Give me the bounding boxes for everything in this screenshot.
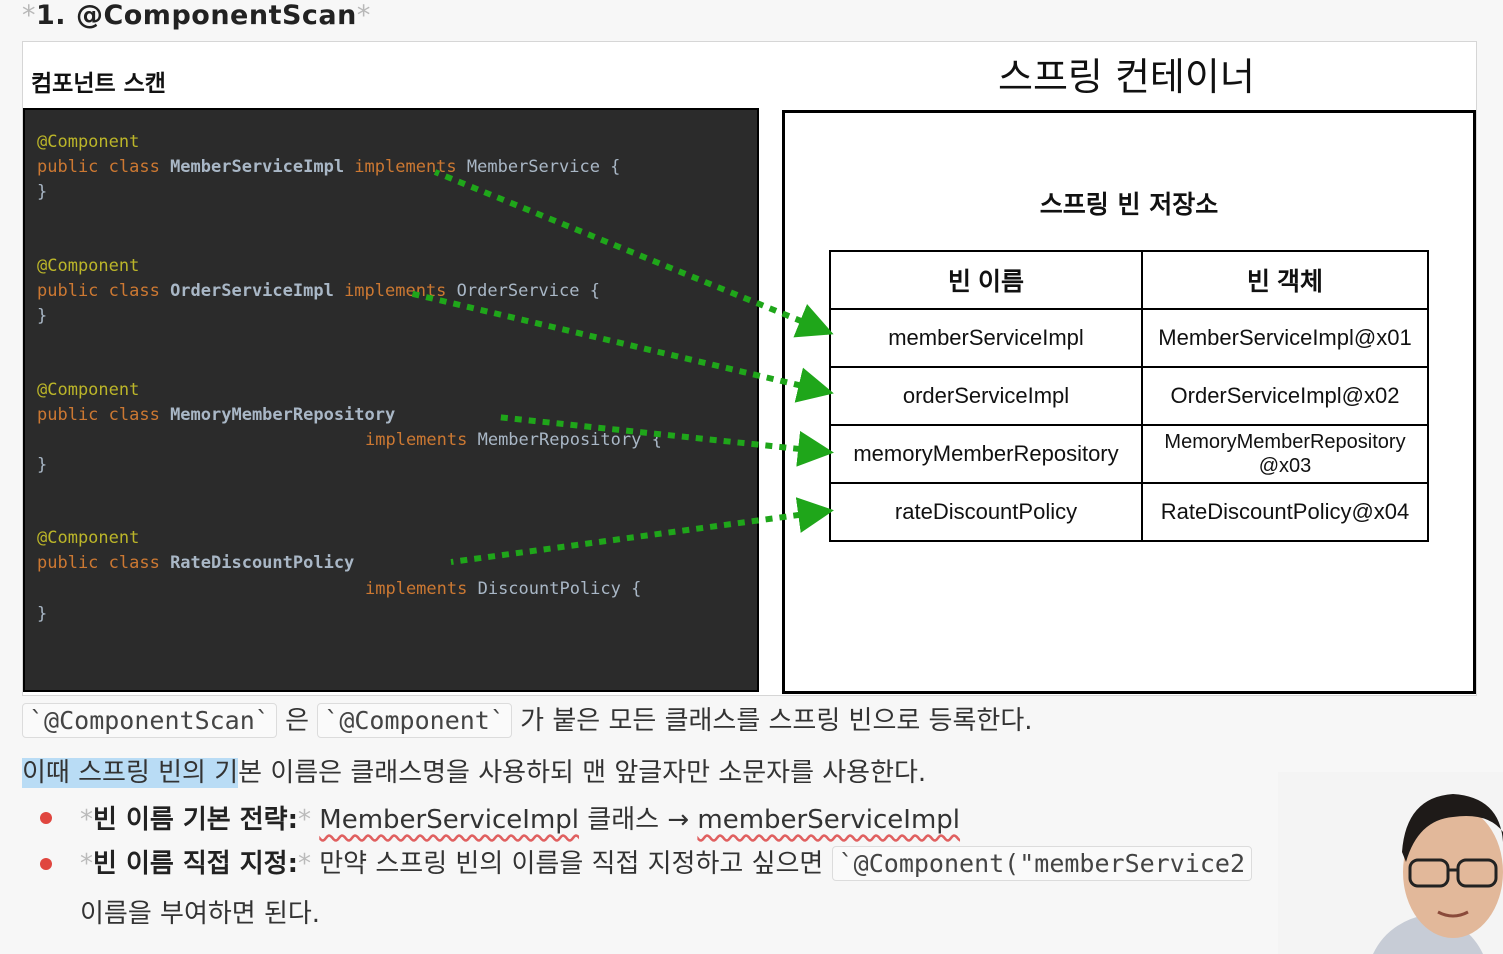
bean-object-cell: MemberServiceImpl@x01 <box>1141 308 1429 368</box>
code-interface: MemberRepository { <box>477 430 662 450</box>
header-bean-name: 빈 이름 <box>829 250 1143 310</box>
code-line: implements MemberRepository { <box>365 430 662 450</box>
code-keyword: public class <box>37 281 171 301</box>
text: 본 이름은 클래스명을 사용하되 맨 앞글자만 소문자를 사용한다. <box>238 758 927 788</box>
table-row: rateDiscountPolicy RateDiscountPolicy@x0… <box>829 482 1429 542</box>
webcam-overlay <box>1278 772 1503 954</box>
selected-text[interactable]: 이때 스프링 빈의 기 <box>22 758 239 788</box>
code-annotation: @Component <box>37 132 140 152</box>
bean-object-cell: OrderServiceImpl@x02 <box>1141 366 1429 426</box>
spring-container-title: 스프링 컨테이너 <box>998 55 1255 99</box>
code-brace: } <box>37 455 48 475</box>
code-line: public class RateDiscountPolicy <box>37 553 354 573</box>
code-keyword: public class <box>37 553 171 573</box>
code-class-name: RateDiscountPolicy <box>170 553 355 573</box>
heading-text: 1. @ComponentScan <box>36 0 357 31</box>
emphasis-marker: * <box>80 805 93 835</box>
emphasis-marker: * <box>298 805 311 835</box>
code-keyword: implements <box>333 281 457 301</box>
bullet-label: 빈 이름 기본 전략: <box>93 805 298 835</box>
heading-star-left: * <box>22 0 36 31</box>
inline-code: `@Component("memberService2 <box>831 846 1252 881</box>
code-keyword: implements <box>365 579 478 599</box>
table-row: memberServiceImpl MemberServiceImpl@x01 <box>829 308 1429 368</box>
code-class-name: MemberServiceImpl <box>170 157 345 177</box>
inline-code: `@ComponentScan` <box>22 703 277 738</box>
bullet-label: 빈 이름 직접 지정: <box>93 849 298 879</box>
component-scan-label: 컴포넌트 스캔 <box>31 71 166 97</box>
spellcheck-word: memberServiceImpl <box>697 805 961 835</box>
bean-object-cell: RateDiscountPolicy@x04 <box>1141 482 1429 542</box>
section-heading: *1. @ComponentScan* <box>22 0 371 31</box>
code-line: public class MemoryMemberRepository <box>37 405 395 425</box>
header-bean-object: 빈 객체 <box>1141 250 1429 310</box>
code-brace: } <box>37 306 48 326</box>
code-annotation: @Component <box>37 528 140 548</box>
table-row: memoryMemberRepository MemoryMemberRepos… <box>829 424 1429 484</box>
table-row: orderServiceImpl OrderServiceImpl@x02 <box>829 366 1429 426</box>
emphasis-marker: * <box>298 849 311 879</box>
bean-name-cell: orderServiceImpl <box>829 366 1143 426</box>
bullet-direct-naming-cont: 이름을 부여하면 된다. <box>80 899 321 929</box>
code-interface: DiscountPolicy { <box>477 579 642 599</box>
emphasis-marker: * <box>80 849 93 879</box>
bullet-default-strategy: *빈 이름 기본 전략:* MemberServiceImpl 클래스 → me… <box>80 799 960 836</box>
code-class-name: MemoryMemberRepository <box>170 405 396 425</box>
text: 만약 스프링 빈의 이름을 직접 지정하고 싶으면 <box>311 849 832 879</box>
code-annotation: @Component <box>37 380 140 400</box>
code-keyword: implements <box>365 430 478 450</box>
bullet-dot <box>40 858 52 870</box>
code-keyword: public class <box>37 405 171 425</box>
body-line-2: 이때 스프링 빈의 기본 이름은 클래스명을 사용하되 맨 앞글자만 소문자를 … <box>22 752 926 789</box>
inline-code: `@Component` <box>317 703 512 738</box>
code-brace: } <box>37 604 48 624</box>
bullet-direct-naming: *빈 이름 직접 지정:* 만약 스프링 빈의 이름을 직접 지정하고 싶으면 … <box>80 843 1252 881</box>
diagram-slide: 컴포넌트 스캔 스프링 컨테이너 @Component public class… <box>22 41 1477 696</box>
code-keyword: implements <box>344 157 467 177</box>
bean-store-title: 스프링 빈 저장소 <box>1039 190 1219 219</box>
code-brace: } <box>37 182 48 202</box>
table-header-row: 빈 이름 빈 객체 <box>829 250 1429 310</box>
presenter-video <box>1278 772 1503 954</box>
bean-name-cell: memberServiceImpl <box>829 308 1143 368</box>
code-keyword: public class <box>37 157 171 177</box>
text: 클래스 → <box>579 805 698 835</box>
bean-object-cell: MemoryMemberRepository @x03 <box>1141 424 1429 484</box>
bullet-dot <box>40 812 52 824</box>
code-line: public class OrderServiceImpl implements… <box>37 281 600 301</box>
code-line: public class MemberServiceImpl implement… <box>37 157 620 177</box>
code-interface: OrderService { <box>456 281 600 301</box>
code-panel: @Component public class MemberServiceImp… <box>23 108 759 692</box>
text: 은 <box>276 706 318 736</box>
bean-name-cell: rateDiscountPolicy <box>829 482 1143 542</box>
text: 가 붙은 모든 클래스를 스프링 빈으로 등록한다. <box>511 706 1033 736</box>
code-interface: MemberService { <box>466 157 621 177</box>
spring-container-box: 스프링 빈 저장소 빈 이름 빈 객체 memberServiceImpl Me… <box>782 110 1476 694</box>
body-line-1: `@ComponentScan` 은 `@Component` 가 붙은 모든 … <box>22 700 1033 738</box>
bean-table: 빈 이름 빈 객체 memberServiceImpl MemberServic… <box>829 250 1429 542</box>
spellcheck-word: MemberServiceImpl <box>319 805 580 835</box>
bean-name-cell: memoryMemberRepository <box>829 424 1143 484</box>
heading-star-right: * <box>356 0 371 31</box>
code-annotation: @Component <box>37 256 140 276</box>
code-class-name: OrderServiceImpl <box>170 281 334 301</box>
code-line: implements DiscountPolicy { <box>365 579 641 599</box>
